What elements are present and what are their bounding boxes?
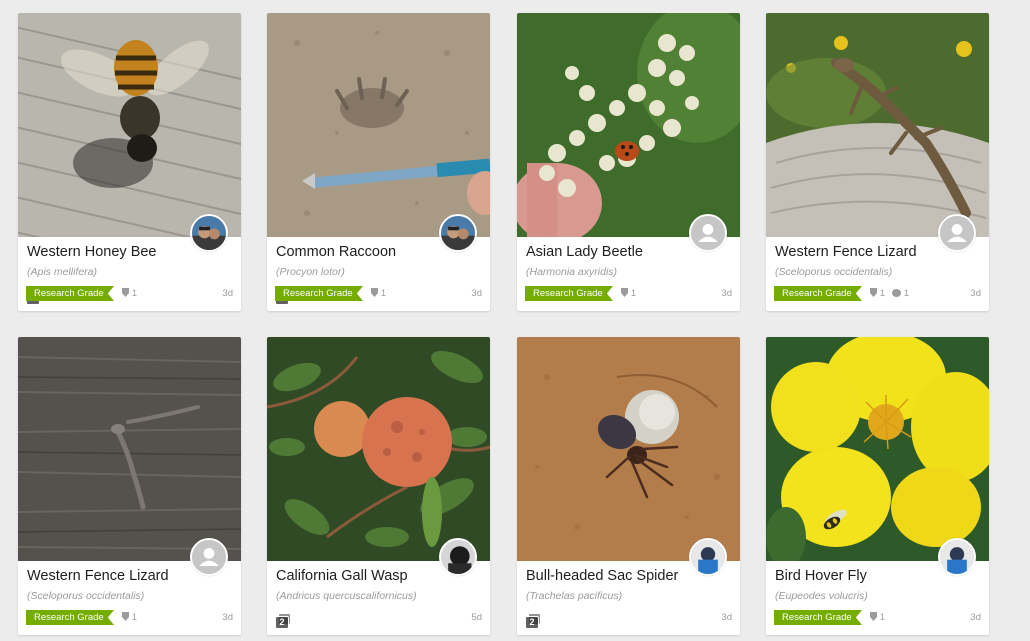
shield-icon (371, 288, 378, 297)
quality-grade-badge: Research Grade (26, 286, 114, 301)
observation-photo[interactable] (766, 13, 989, 237)
user-silhouette-icon (940, 216, 974, 250)
observation-card[interactable]: 2 Bull-headed Sac Spider (Trachelas paci… (517, 337, 740, 635)
shield-icon (870, 288, 877, 297)
card-footer: Research Grade 1 3d (275, 286, 482, 301)
scientific-name: (Sceloporus occidentalis) (27, 590, 145, 602)
observation-card[interactable]: 2 California Gall Wasp (Andricus quercus… (267, 337, 490, 635)
common-name[interactable]: Bull-headed Sac Spider (526, 568, 696, 584)
identifications-count: 1 (122, 611, 137, 624)
observation-photo[interactable] (18, 13, 241, 237)
observation-photo[interactable] (267, 13, 490, 237)
quality-grade-badge: Research Grade (525, 286, 613, 301)
observation-card[interactable]: 2 Western Honey Bee (Apis mellifera) Res… (18, 13, 241, 311)
comments-count: 1 (892, 287, 909, 300)
shield-icon (621, 288, 628, 297)
observation-photo[interactable] (517, 13, 740, 237)
observation-photo[interactable] (18, 337, 241, 561)
comment-icon (892, 289, 901, 297)
observation-age: 5d (471, 612, 482, 623)
scientific-name: (Procyon lotor) (276, 266, 345, 278)
observation-age: 3d (970, 288, 981, 299)
scientific-name: (Andricus quercuscalifornicus) (276, 590, 417, 602)
observation-age: 3d (222, 612, 233, 623)
shield-icon (870, 612, 877, 621)
card-footer: Research Grade 1 3d (26, 286, 233, 301)
observation-card[interactable]: Western Fence Lizard (Sceloporus occiden… (766, 13, 989, 311)
card-footer: 3d (525, 610, 732, 625)
identifications-count: 1 (870, 611, 885, 624)
observation-age: 3d (721, 288, 732, 299)
scientific-name: (Sceloporus occidentalis) (775, 266, 893, 278)
identifications-count: 1 (371, 287, 386, 300)
scientific-name: (Harmonia axyridis) (526, 266, 618, 278)
quality-grade-badge: Research Grade (26, 610, 114, 625)
observation-card[interactable]: Bird Hover Fly (Eupeodes volucris) Resea… (766, 337, 989, 635)
observation-age: 3d (471, 288, 482, 299)
common-name[interactable]: Asian Lady Beetle (526, 244, 696, 260)
shield-icon (122, 288, 129, 297)
scientific-name: (Eupeodes volucris) (775, 590, 868, 602)
identifications-count: 1 (621, 287, 636, 300)
observation-card[interactable]: Western Fence Lizard (Sceloporus occiden… (18, 337, 241, 635)
observation-age: 3d (222, 288, 233, 299)
observation-photo[interactable] (267, 337, 490, 561)
common-name[interactable]: Common Raccoon (276, 244, 446, 260)
card-footer: Research Grade 1 3d (26, 610, 233, 625)
quality-grade-badge: Research Grade (774, 286, 862, 301)
observation-photo[interactable] (517, 337, 740, 561)
observation-age: 3d (970, 612, 981, 623)
observation-card[interactable]: 2 Common Raccoon (Procyon lotor) Researc… (267, 13, 490, 311)
observation-age: 3d (721, 612, 732, 623)
common-name[interactable]: Western Honey Bee (27, 244, 197, 260)
user-silhouette-icon (192, 540, 226, 574)
common-name[interactable]: California Gall Wasp (276, 568, 446, 584)
card-footer: Research Grade 1 3d (774, 610, 981, 625)
scientific-name: (Apis mellifera) (27, 266, 98, 278)
observation-grid: 2 Western Honey Bee (Apis mellifera) Res… (0, 0, 1030, 641)
common-name[interactable]: Western Fence Lizard (775, 244, 945, 260)
common-name[interactable]: Western Fence Lizard (27, 568, 197, 584)
scientific-name: (Trachelas pacificus) (526, 590, 623, 602)
observation-photo[interactable] (766, 337, 989, 561)
card-footer: 5d (275, 610, 482, 625)
shield-icon (122, 612, 129, 621)
card-footer: Research Grade 1 3d (525, 286, 732, 301)
identifications-count: 1 (122, 287, 137, 300)
quality-grade-badge: Research Grade (774, 610, 862, 625)
common-name[interactable]: Bird Hover Fly (775, 568, 945, 584)
card-footer: Research Grade 1 1 3d (774, 286, 981, 301)
user-silhouette-icon (691, 216, 725, 250)
identifications-count: 1 (870, 287, 885, 300)
observation-card[interactable]: Asian Lady Beetle (Harmonia axyridis) Re… (517, 13, 740, 311)
quality-grade-badge: Research Grade (275, 286, 363, 301)
